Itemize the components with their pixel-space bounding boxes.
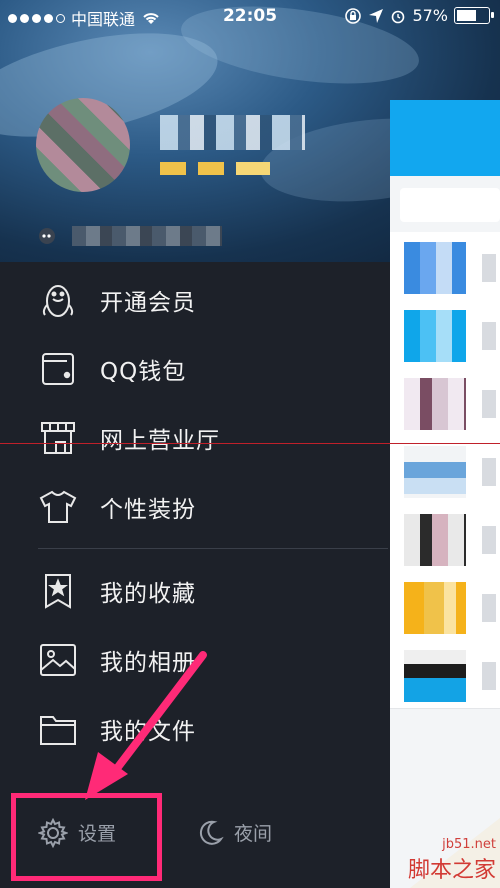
annotation-arrow-icon (85, 651, 207, 800)
watermark-brand: 脚本之家 (407, 858, 496, 883)
site-watermark: jb51.net 脚本之家 (408, 837, 496, 884)
watermark-url: jb51.net (442, 837, 496, 852)
screenshot-artifact-line (0, 443, 500, 444)
